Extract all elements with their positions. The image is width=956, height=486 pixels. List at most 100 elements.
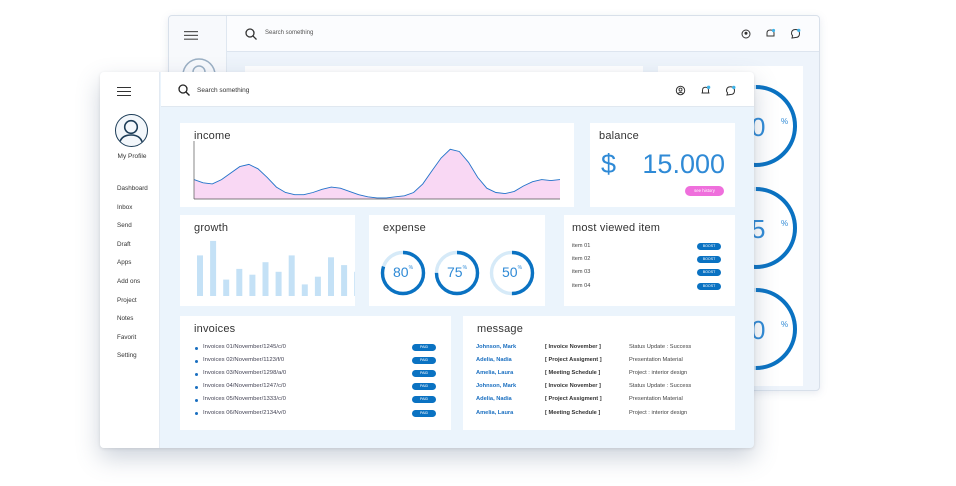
table-row: Invoices 02/November/1123/f/0 PAID [195, 357, 437, 365]
sidebar-nav: Dashboard Inbox Send Draft Apps Add ons Projec… [117, 185, 148, 371]
expense-donut: 75% [434, 250, 480, 296]
expense-donut: 80% [380, 250, 426, 296]
income-area-fill [194, 149, 560, 199]
hamburger-menu-icon[interactable] [117, 87, 131, 96]
invoice-bullet-icon [195, 359, 198, 363]
topbar [161, 72, 754, 107]
most-viewed-item-label: item 03 [572, 269, 591, 276]
growth-bar [210, 240, 217, 296]
table-row[interactable]: Adelia, Nadia [ Project Assigment ] Presen… [476, 357, 726, 365]
sidebar: My Profile Dashboard Inbox Send Draft Apps Ad… [100, 72, 160, 448]
growth-chart [197, 240, 355, 296]
boost-button[interactable]: BOOST [697, 256, 721, 264]
sidebar-item-setting[interactable]: Setting [117, 352, 148, 371]
sidebar-item-add-ons[interactable]: Add ons [117, 278, 148, 297]
sidebar-item-project[interactable]: Project [117, 297, 148, 316]
invoice-bullet-icon [195, 398, 198, 402]
dashboard-window: My Profile Dashboard Inbox Send Draft Apps Ad… [100, 72, 754, 448]
table-row: Invoices 01/November/1245/c/0 PAID [195, 344, 437, 352]
expense-donut-label: 50% [489, 264, 535, 280]
income-card: income [180, 123, 574, 207]
sidebar-item-apps[interactable]: Apps [117, 259, 148, 278]
profile-label[interactable]: My Profile [100, 153, 164, 160]
message-sender[interactable]: Johnson, Mark [476, 383, 516, 389]
boost-button[interactable]: BOOST [697, 282, 721, 290]
message-sender[interactable]: Johnson, Mark [476, 344, 516, 350]
growth-bar [236, 268, 243, 296]
sidebar-item-favorit[interactable]: Favorit [117, 334, 148, 353]
background-ring-percent: % [781, 320, 788, 329]
most-viewed-card: most viewed item item 01 BOOST item 02 BOOS… [564, 215, 735, 306]
most-viewed-item-label: item 01 [572, 243, 591, 249]
expense-card: expense 80% 75% 50% [369, 215, 545, 306]
message-text: Project : interior design [629, 409, 688, 416]
sidebar-item-send[interactable]: Send [117, 222, 148, 241]
message-sender[interactable]: Amelia, Laura [476, 370, 513, 376]
table-row[interactable]: Johnson, Mark [ Invoice November ] Status … [476, 383, 726, 391]
expense-donut-percent: % [517, 265, 523, 271]
search-input[interactable] [197, 85, 397, 95]
most-viewed-item-label: item 02 [572, 256, 591, 263]
growth-bar [223, 279, 230, 296]
invoice-label: Invoices 06/November/2134/v/0 [203, 409, 286, 416]
message-tag: [ Project Assigment ] [545, 396, 602, 403]
expense-title: expense [383, 222, 426, 234]
paid-button[interactable]: PAID [412, 396, 436, 404]
message-sender[interactable]: Adelia, Nadia [476, 396, 512, 402]
expense-donut-label: 75% [434, 264, 480, 280]
paid-button[interactable]: PAID [412, 370, 436, 378]
message-title: message [477, 323, 524, 335]
avatar-person-icon [118, 119, 144, 146]
message-tag: [ Meeting Schedule ] [545, 409, 601, 416]
growth-card: growth [180, 215, 355, 306]
table-row[interactable]: Amelia, Laura [ Meeting Schedule ] Project… [476, 370, 726, 378]
invoice-bullet-icon [195, 346, 198, 350]
expense-donut-value: 75 [446, 264, 463, 280]
background-chat-icon [790, 28, 801, 39]
growth-bar [262, 262, 269, 296]
growth-bar [197, 255, 203, 296]
background-search-text: Search something [265, 30, 314, 36]
most-viewed-item-label: item 04 [572, 282, 591, 289]
table-row: Invoices 03/November/1298/a/0 PAID [195, 370, 437, 378]
growth-bar [301, 284, 308, 296]
see-history-button[interactable]: see history [685, 186, 724, 196]
invoice-bullet-icon [195, 385, 198, 389]
sidebar-item-notes[interactable]: Notes [117, 315, 148, 334]
avatar[interactable] [115, 114, 148, 147]
bell-icon[interactable] [700, 85, 711, 96]
balance-currency: $ [601, 149, 617, 179]
search-icon[interactable] [178, 84, 190, 96]
list-item: item 01 BOOST [572, 243, 721, 251]
expense-donut-percent: % [408, 265, 414, 271]
background-ring-percent: % [781, 219, 788, 228]
background-hamburger-icon [184, 31, 198, 40]
paid-button[interactable]: PAID [412, 357, 436, 365]
expense-donut-value: 80 [392, 264, 409, 280]
message-text: Status Update : Success [629, 383, 692, 390]
table-row[interactable]: Amelia, Laura [ Meeting Schedule ] Project… [476, 410, 726, 418]
paid-button[interactable]: PAID [412, 344, 436, 351]
list-item: item 02 BOOST [572, 256, 721, 264]
message-sender[interactable]: Amelia, Laura [476, 410, 513, 416]
stage: Search something 80%75%50% [0, 0, 956, 486]
expense-donut-percent: % [462, 265, 468, 271]
paid-button[interactable]: PAID [412, 409, 436, 417]
paid-button[interactable]: PAID [412, 383, 436, 391]
message-sender[interactable]: Adelia, Nadia [476, 357, 512, 363]
chat-icon[interactable] [725, 85, 736, 96]
growth-bar [249, 274, 256, 296]
expense-donut-value: 50 [501, 264, 518, 280]
sidebar-item-inbox[interactable]: Inbox [117, 204, 148, 223]
table-row[interactable]: Adelia, Nadia [ Project Assigment ] Presen… [476, 396, 726, 404]
boost-button[interactable]: BOOST [697, 243, 721, 250]
message-tag: [ Meeting Schedule ] [545, 370, 601, 377]
boost-button[interactable]: BOOST [697, 269, 721, 277]
table-row[interactable]: Johnson, Mark [ Invoice November ] Status … [476, 344, 726, 352]
user-circle-icon[interactable] [675, 85, 686, 96]
growth-bar [314, 276, 321, 296]
sidebar-item-draft[interactable]: Draft [117, 241, 148, 260]
sidebar-item-dashboard[interactable]: Dashboard [117, 185, 148, 204]
message-text: Project : interior design [629, 370, 688, 377]
invoice-label: Invoices 03/November/1298/a/0 [203, 370, 287, 377]
